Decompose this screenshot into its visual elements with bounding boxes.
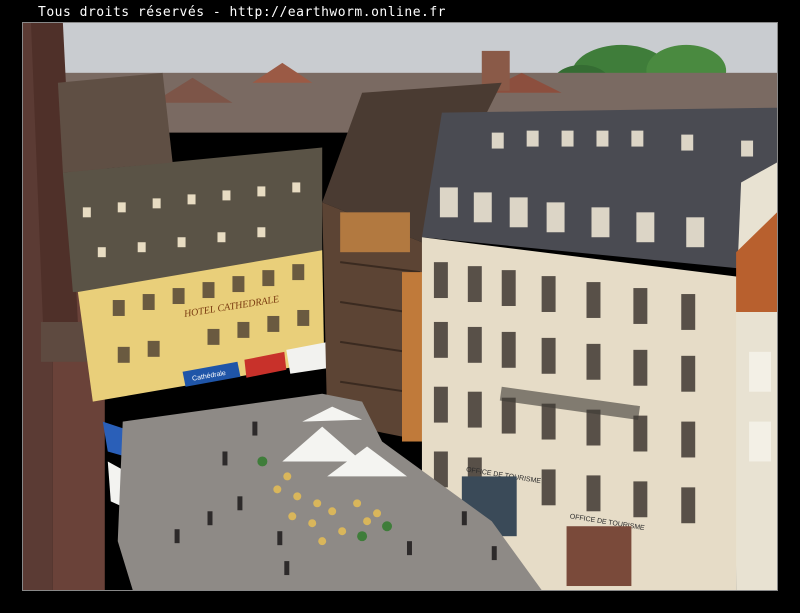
photo-scene: HOTEL CATHEDRALE Cathédrale OFFICE DE TO…	[23, 23, 777, 590]
photo-frame: HOTEL CATHEDRALE Cathédrale OFFICE DE TO…	[0, 0, 800, 613]
watermark: Tous droits réservés - http://earthworm.…	[38, 5, 447, 20]
photo: HOTEL CATHEDRALE Cathédrale OFFICE DE TO…	[22, 22, 778, 591]
